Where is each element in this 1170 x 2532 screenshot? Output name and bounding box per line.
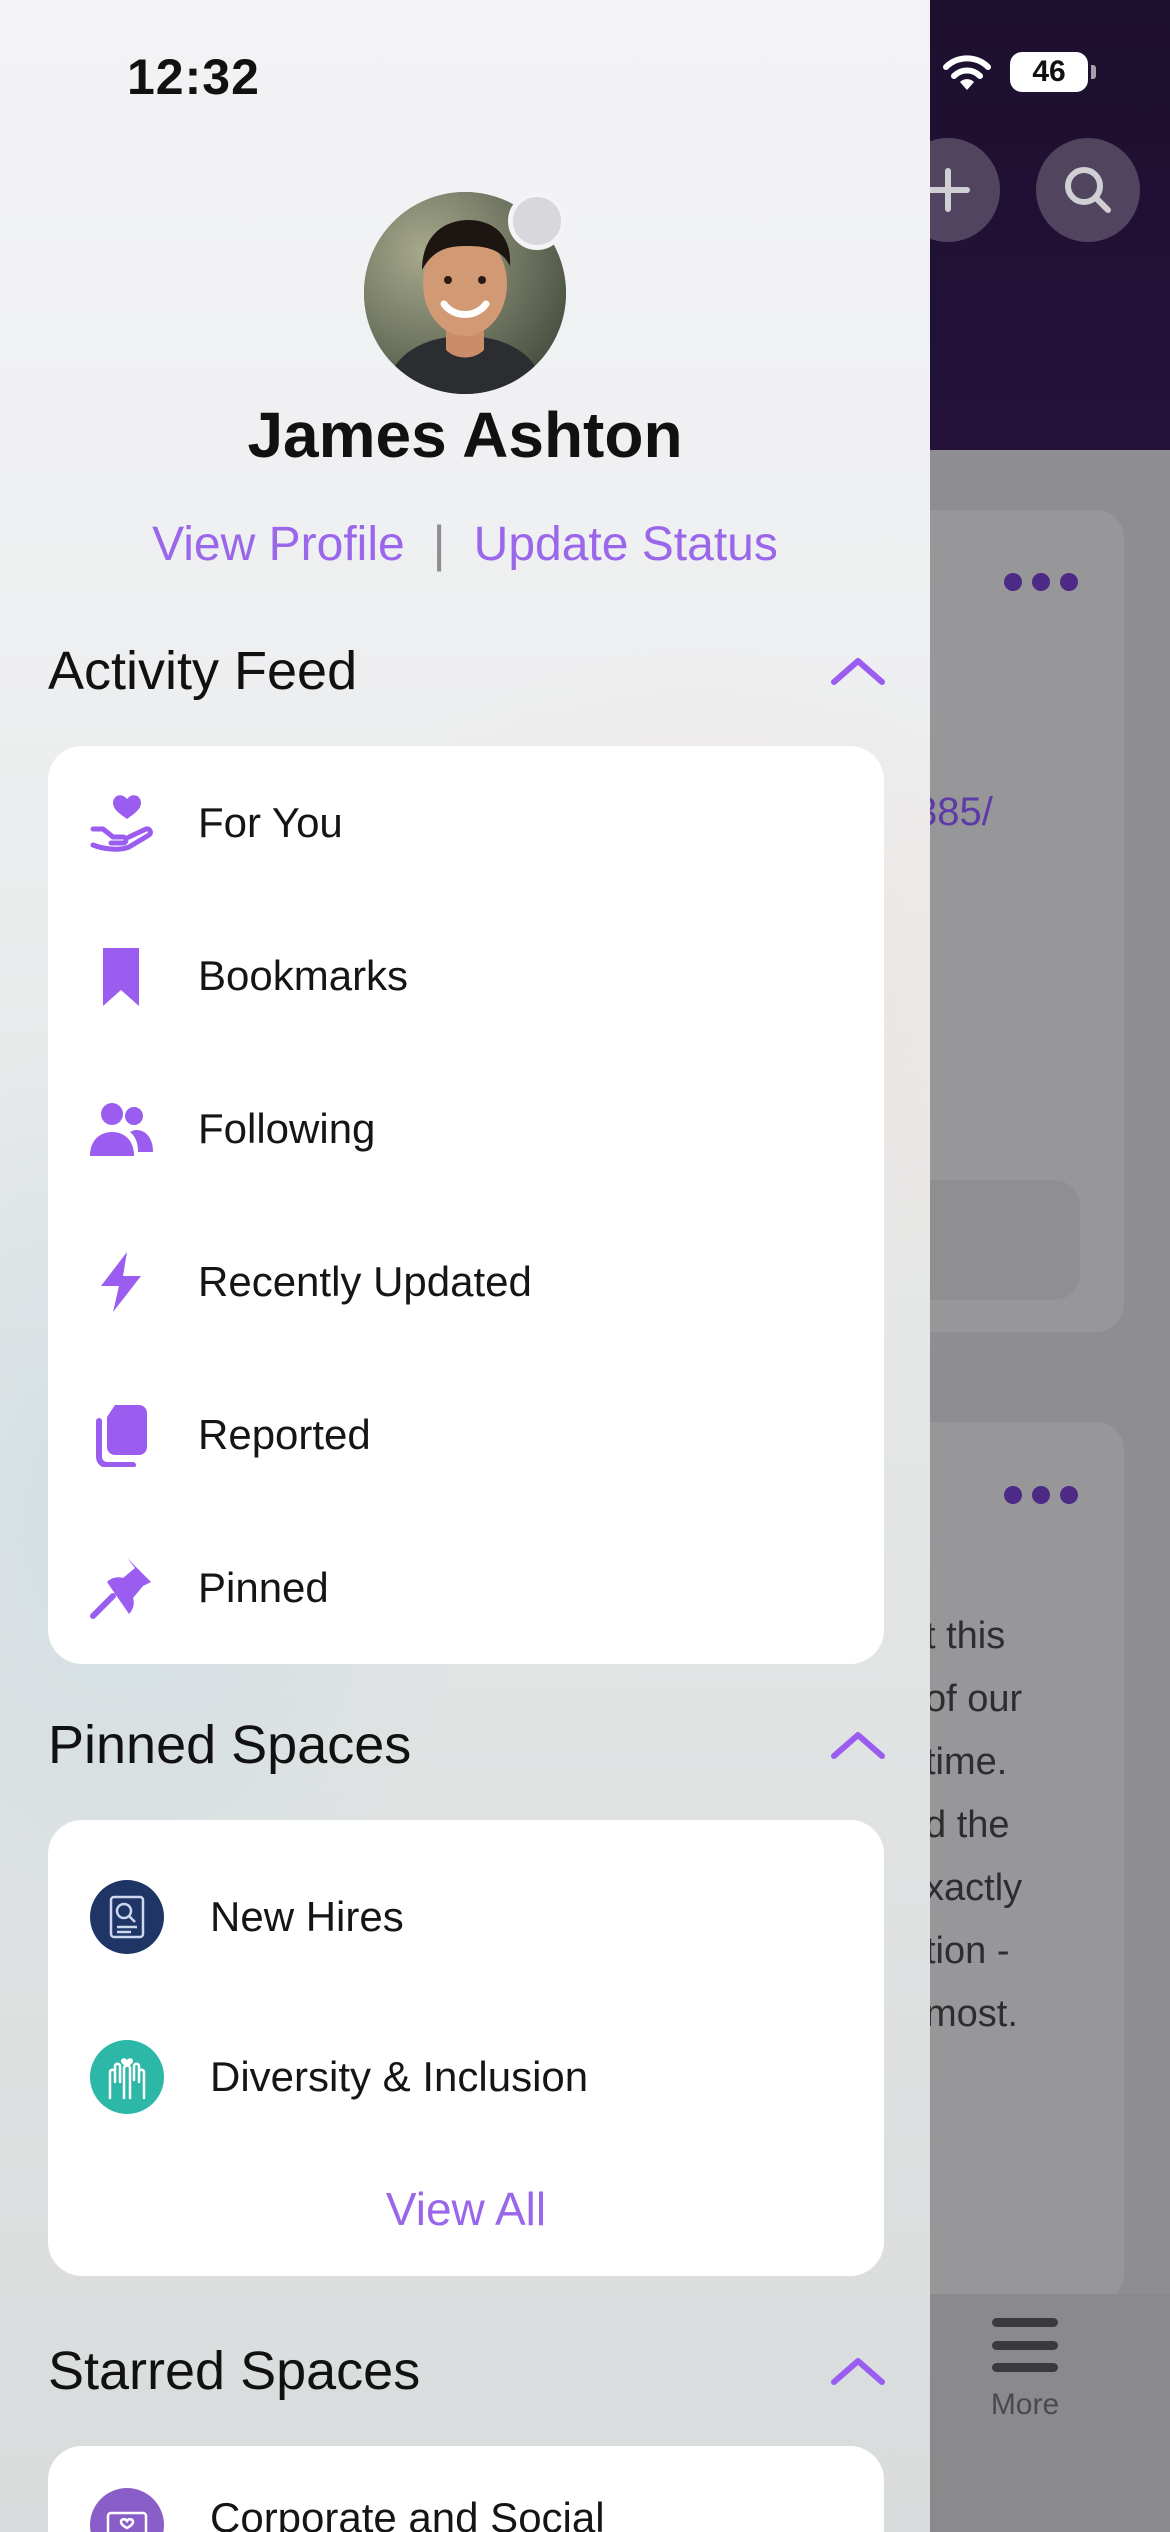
new-hires-space-icon	[90, 1880, 164, 1954]
background-post-text: t this of our time. d the xactly tion - …	[925, 1615, 1023, 2035]
pinned-spaces-header[interactable]: Pinned Spaces	[48, 1714, 888, 1776]
space-item-label: New Hires	[210, 1893, 404, 1940]
battery-icon: 46	[1010, 52, 1096, 92]
view-all-link[interactable]: View All	[48, 2182, 884, 2236]
feed-item-label: For You	[198, 798, 343, 846]
starred-spaces-title: Starred Spaces	[48, 2341, 421, 2401]
activity-feed-title: Activity Feed	[48, 641, 358, 701]
pinned-spaces-card: New Hires Diversity & Inclusion View All	[48, 1820, 884, 2276]
chevron-up-icon[interactable]	[828, 1727, 888, 1763]
chevron-up-icon[interactable]	[828, 653, 888, 689]
pinned-spaces-title: Pinned Spaces	[48, 1715, 412, 1775]
feed-item-label: Reported	[198, 1410, 371, 1458]
space-item-corporate-social[interactable]: Corporate and Social	[48, 2446, 884, 2532]
lightning-icon	[88, 1249, 154, 1315]
feed-item-bookmarks[interactable]: Bookmarks	[48, 899, 884, 1052]
heart-hand-icon	[88, 790, 154, 856]
post-options-icon-2	[1004, 1486, 1078, 1504]
presence-status-indicator	[508, 192, 566, 250]
activity-feed-card: For You Bookmarks Following Recently Upd…	[48, 746, 884, 1664]
feed-item-label: Pinned	[198, 1563, 329, 1611]
post-options-icon	[1004, 573, 1078, 591]
space-item-label: Diversity & Inclusion	[210, 2053, 589, 2100]
chevron-up-icon[interactable]	[828, 2353, 888, 2389]
profile-links: View Profile | Update Status	[0, 515, 930, 573]
space-item-new-hires[interactable]: New Hires	[48, 1842, 884, 1992]
wifi-icon	[943, 55, 991, 90]
battery-level: 46	[1032, 55, 1066, 88]
space-item-label: Corporate and Social	[210, 2494, 605, 2532]
feed-item-label: Following	[198, 1104, 376, 1152]
tab-more: More	[975, 2318, 1075, 2422]
documents-icon	[88, 1402, 154, 1468]
diversity-space-icon	[90, 2040, 164, 2114]
profile-name: James Ashton	[247, 399, 683, 471]
starred-spaces-header[interactable]: Starred Spaces	[48, 2340, 888, 2402]
space-item-diversity-inclusion[interactable]: Diversity & Inclusion	[48, 2002, 884, 2152]
hamburger-icon	[992, 2318, 1058, 2372]
feed-item-following[interactable]: Following	[48, 1052, 884, 1205]
activity-feed-header[interactable]: Activity Feed	[48, 640, 888, 702]
background-post-card	[900, 510, 1124, 1332]
view-profile-link[interactable]: View Profile	[152, 517, 405, 572]
feed-item-for-you[interactable]: For You	[48, 746, 884, 899]
bookmark-icon	[88, 943, 154, 1009]
heart-envelope-icon	[90, 2488, 164, 2532]
feed-item-label: Recently Updated	[198, 1257, 532, 1305]
feed-item-reported[interactable]: Reported	[48, 1358, 884, 1511]
people-icon	[88, 1096, 154, 1162]
search-icon	[1036, 138, 1140, 242]
update-status-link[interactable]: Update Status	[474, 517, 778, 572]
screen: 385/ t this of our time. d the xactly ti…	[0, 0, 1170, 2532]
navigation-drawer: 12:32 James Ashton View Profile | Update…	[0, 0, 930, 2532]
pushpin-icon	[88, 1555, 154, 1621]
tab-more-label: More	[990, 2388, 1060, 2421]
status-time: 12:32	[127, 49, 260, 105]
starred-spaces-card: Corporate and Social	[48, 2446, 884, 2532]
feed-item-label: Bookmarks	[198, 951, 409, 999]
feed-item-pinned[interactable]: Pinned	[48, 1511, 884, 1664]
link-separator: |	[432, 516, 446, 572]
feed-item-recently-updated[interactable]: Recently Updated	[48, 1205, 884, 1358]
